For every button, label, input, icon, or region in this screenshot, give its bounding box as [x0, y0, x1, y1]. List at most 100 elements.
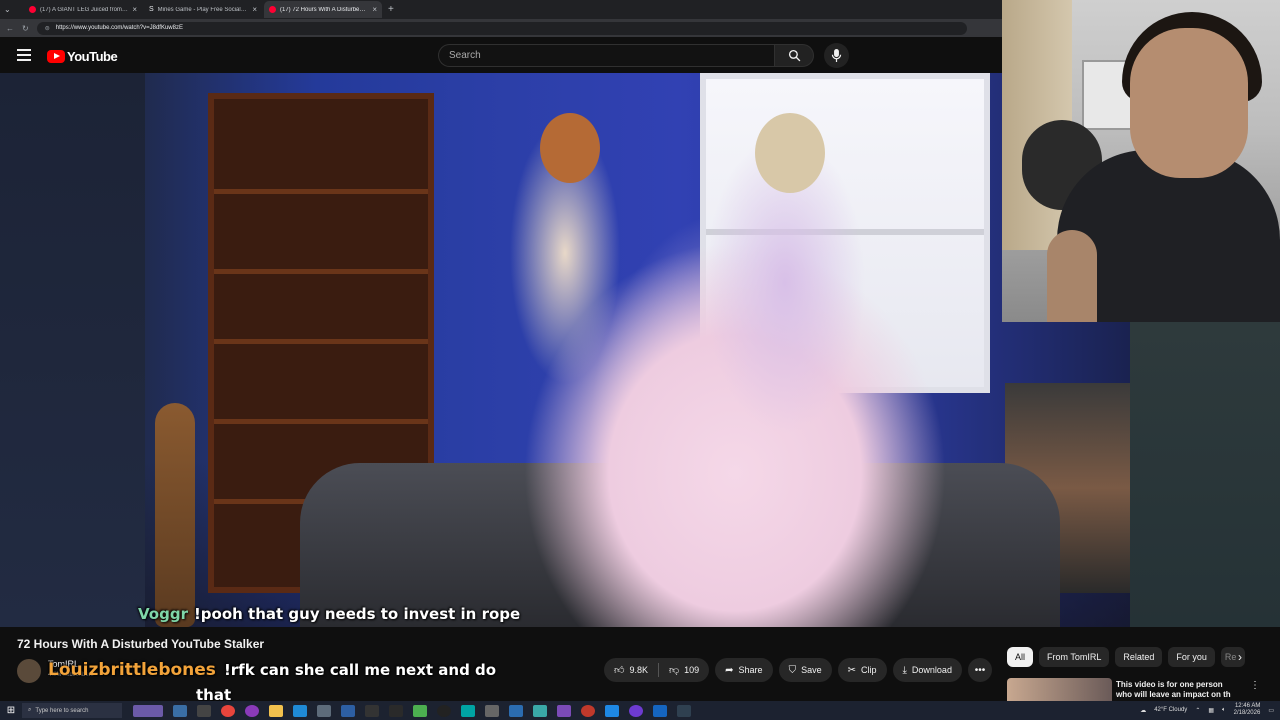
address-bar-row: ← ↻ ⊜ https://www.youtube.com/watch?v=J8… — [0, 19, 1002, 37]
like-button[interactable]: 👍︎ 9.8K — [604, 658, 658, 682]
network-icon[interactable]: ▦ — [1208, 707, 1214, 714]
windows-start-icon[interactable]: ⊞ — [0, 705, 22, 716]
share-label: Share — [738, 665, 763, 675]
recommended-video-thumbnail[interactable] — [1007, 678, 1112, 701]
search-icon — [788, 49, 800, 62]
clip-label: Clip — [860, 665, 877, 675]
download-icon: ⤓ — [902, 664, 907, 676]
clip-button[interactable]: ✂ Clip — [837, 658, 887, 682]
video-scene-doll — [700, 113, 870, 453]
dislike-count: 109 — [684, 665, 700, 675]
app-icon[interactable] — [533, 704, 547, 717]
chip-related[interactable]: Related — [1115, 647, 1163, 667]
app-icon[interactable] — [653, 704, 667, 717]
download-button[interactable]: ⤓ Download — [892, 658, 962, 682]
taskbar: ⊞ ⌕ Type here to search ☁ 42°F Cloudy ⌃ … — [0, 701, 1280, 720]
close-tab-icon[interactable]: × — [252, 5, 257, 14]
browser-tab-3[interactable]: (17) 72 Hours With A Disturbed Yo × — [264, 1, 382, 18]
share-button[interactable]: ➦ Share — [715, 658, 773, 682]
back-icon[interactable]: ← — [6, 24, 14, 33]
more-vertical-icon[interactable]: ⋮ — [1250, 680, 1260, 691]
chip-all[interactable]: All — [1007, 647, 1034, 667]
recommended-video-title[interactable]: This video is for one person who will le… — [1116, 680, 1238, 701]
tab-title: (17) 72 Hours With A Disturbed Yo — [280, 6, 369, 13]
youtube-favicon-icon — [269, 6, 276, 13]
webcam-overlay — [1002, 0, 1280, 322]
app-icon[interactable] — [365, 704, 379, 717]
webcam-streamer-face — [1130, 28, 1248, 178]
app-icon[interactable] — [437, 704, 451, 717]
weather-text[interactable]: 42°F Cloudy — [1154, 707, 1187, 713]
chip-from-channel[interactable]: From TomIRL — [1039, 647, 1110, 667]
dislike-button[interactable]: 👎︎ 109 — [659, 658, 709, 682]
app-icon[interactable] — [389, 704, 403, 717]
file-explorer-icon[interactable] — [269, 704, 283, 717]
search-input[interactable]: Search — [438, 44, 774, 67]
weather-icon[interactable]: ☁ — [1140, 707, 1146, 714]
app-icon[interactable] — [629, 704, 643, 717]
site-info-icon[interactable]: ⊜ — [45, 25, 50, 32]
app-icon[interactable] — [485, 704, 499, 717]
youtube-play-icon — [47, 50, 65, 63]
app-icon[interactable] — [509, 704, 523, 717]
app-icon[interactable] — [173, 704, 187, 717]
save-button[interactable]: ⛉ Save — [778, 658, 832, 682]
chat-message: Louizbrittlebones !rfk can she call me ne… — [48, 660, 496, 680]
new-tab-icon[interactable]: + — [388, 4, 394, 15]
app-icon[interactable] — [341, 704, 355, 717]
edge-icon[interactable] — [293, 704, 307, 717]
video-scene-wall — [0, 73, 145, 627]
close-tab-icon[interactable]: × — [132, 5, 137, 14]
video-player[interactable] — [0, 73, 1130, 627]
video-title: 72 Hours With A Disturbed YouTube Stalke… — [17, 637, 265, 651]
youtube-logo[interactable]: YouTube — [47, 49, 118, 64]
more-actions-button[interactable]: ••• — [967, 658, 992, 682]
browser-tab-2[interactable]: S Mines Game - Play Free Social Ca × — [144, 1, 262, 18]
share-icon: ➦ — [725, 664, 734, 676]
app-icon[interactable] — [317, 704, 331, 717]
tray-expand-icon[interactable]: ⌃ — [1195, 707, 1200, 714]
search-button[interactable] — [774, 44, 814, 67]
app-icon[interactable] — [605, 704, 619, 717]
chat-username: Louizbrittlebones — [48, 660, 216, 680]
tab-title: (17) A GIANT LEG Juiced from the — [40, 6, 129, 13]
app-icon[interactable] — [677, 704, 691, 717]
close-tab-icon[interactable]: × — [372, 5, 377, 14]
like-count: 9.8K — [629, 665, 648, 675]
avatar[interactable] — [17, 659, 41, 683]
chevron-right-icon[interactable]: › — [1238, 650, 1242, 664]
reload-icon[interactable]: ↻ — [22, 24, 29, 33]
voice-search-button[interactable] — [824, 43, 849, 68]
clock-date: 2/18/2026 — [1233, 710, 1261, 716]
taskbar-search-placeholder: Type here to search — [35, 707, 89, 714]
chrome-icon[interactable] — [221, 704, 235, 717]
search-icon: ⌕ — [28, 707, 32, 713]
url-field[interactable]: ⊜ https://www.youtube.com/watch?v=J8dfKu… — [36, 21, 967, 35]
app-icon[interactable] — [461, 704, 475, 717]
thumbs-down-icon: 👎︎ — [668, 665, 680, 676]
stake-favicon-icon: S — [149, 6, 154, 13]
notifications-icon[interactable]: ▭ — [1268, 707, 1274, 714]
tab-search-icon[interactable]: ⌄ — [4, 5, 18, 14]
chip-for-you[interactable]: For you — [1168, 647, 1215, 667]
like-dislike-group: 👍︎ 9.8K 👎︎ 109 — [604, 658, 710, 682]
scissors-icon: ✂ — [847, 664, 856, 676]
chat-message: Voggr !pooh that guy needs to invest in r… — [138, 605, 520, 623]
app-icon[interactable] — [197, 704, 211, 717]
browser-tab-1[interactable]: (17) A GIANT LEG Juiced from the × — [24, 1, 142, 18]
app-icon[interactable] — [557, 704, 571, 717]
app-icon[interactable] — [245, 704, 259, 717]
microphone-icon — [831, 49, 842, 62]
app-icon[interactable] — [413, 704, 427, 717]
browser-tab-strip: ⌄ (17) A GIANT LEG Juiced from the × S M… — [0, 0, 1002, 19]
volume-icon[interactable]: 🔈︎ — [1222, 707, 1226, 714]
task-view-icon[interactable] — [133, 704, 163, 717]
clock[interactable]: 12:46 AM 2/18/2026 — [1234, 703, 1261, 717]
more-horizontal-icon: ••• — [974, 664, 986, 676]
tab-title: Mines Game - Play Free Social Ca — [157, 6, 249, 13]
app-icon[interactable] — [581, 704, 595, 717]
taskbar-search-input[interactable]: ⌕ Type here to search — [22, 703, 122, 718]
save-label: Save — [801, 665, 822, 675]
menu-icon[interactable] — [17, 49, 31, 61]
youtube-favicon-icon — [29, 6, 36, 13]
